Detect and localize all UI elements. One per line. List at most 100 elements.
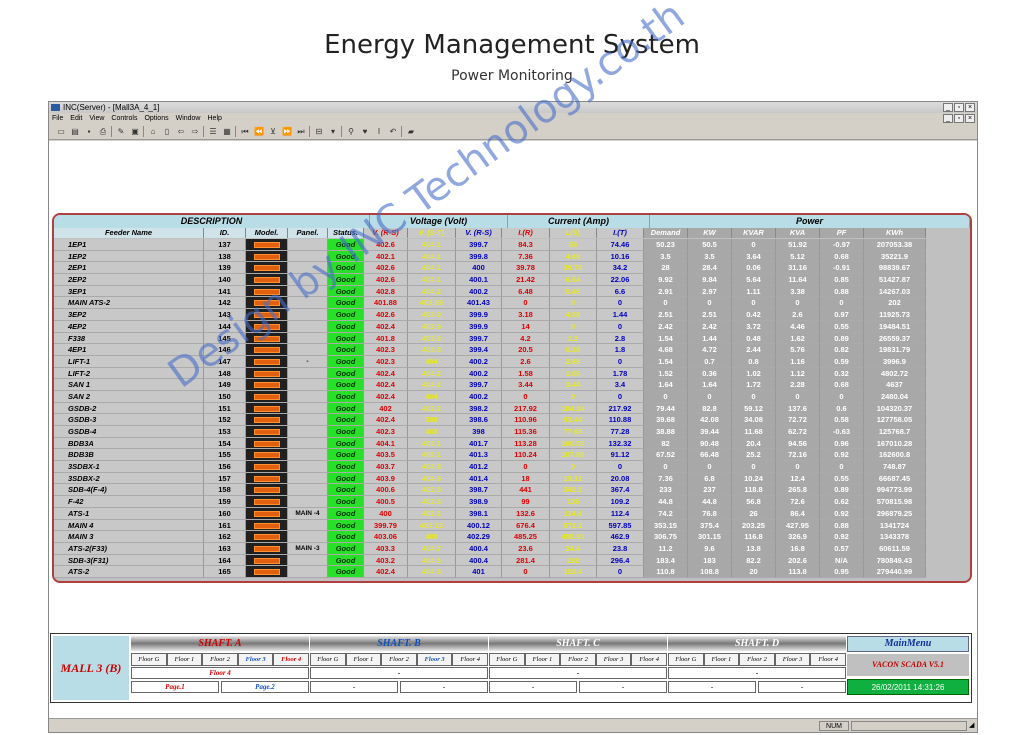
shaft-title-button[interactable]: SHAFT. D [668, 636, 846, 651]
page-button[interactable]: Page.2 [221, 681, 309, 693]
table-row[interactable]: SAN 1 149 Good 402.4 404.2 399.7 3.44 3.44 3.4 1.… [54, 379, 970, 391]
grid-icon[interactable]: ☰ [207, 126, 219, 137]
table-row[interactable]: 3SDBX-1 156 Good 403.7 404.8 401.2 0 0 0 0 0 0 0 0 748… [54, 461, 970, 473]
floor-button[interactable]: Floor 1 [166, 653, 203, 666]
open-icon[interactable]: ▤ [69, 126, 81, 137]
shaft-title-button[interactable]: SHAFT. A [131, 636, 309, 651]
page-button[interactable]: - [758, 681, 846, 693]
table-row[interactable]: MAIN ATS-2 142 Good 401.88 403.89 401.43 0 0 0 0 0… [54, 297, 970, 310]
shaft-title-button[interactable]: SHAFT. C [489, 636, 667, 651]
window-icon[interactable]: ▣ [129, 126, 141, 137]
floor-button[interactable]: Floor G [489, 653, 525, 666]
floor-button[interactable]: Floor 4 [810, 653, 846, 666]
back-icon[interactable]: ⇦ [175, 126, 187, 137]
floor-button[interactable]: Floor 1 [703, 653, 740, 666]
page-button[interactable]: - [668, 681, 756, 693]
floor-button[interactable]: Floor 3 [595, 653, 632, 666]
floor-button[interactable]: Floor 2 [381, 653, 417, 666]
floor-button[interactable]: Floor 4 [273, 653, 309, 666]
mdi-close-button[interactable]: × [965, 114, 975, 123]
menu-view[interactable]: View [89, 113, 104, 124]
table-row[interactable]: ATS-1 160 MAIN -4 Good 400 402.2 398.1 132.6 114… [54, 507, 970, 520]
menu-help[interactable]: Help [208, 113, 222, 124]
table-row[interactable]: 1EP1 137 Good 402.6 404.1 399.7 84.3 66 74.46 50.… [54, 239, 970, 251]
restore-button[interactable]: ▫ [954, 103, 964, 112]
page-button[interactable]: Page.1 [131, 681, 219, 693]
resize-grip-icon[interactable]: ◢ [969, 721, 974, 729]
chevron-down-icon[interactable]: ▾ [327, 126, 339, 137]
close-button[interactable]: × [965, 103, 975, 112]
table-row[interactable]: 4EP1 146 Good 402.3 403.8 399.4 20.5 0.18 1.8 4.6… [54, 344, 970, 356]
table-row[interactable]: MAIN 3 162 Good 403.06 405 402.29 485.25 455.95… [54, 531, 970, 543]
menu-options[interactable]: Options [144, 113, 168, 124]
print-icon[interactable]: ⎙ [97, 126, 109, 137]
last-icon[interactable]: ⏭ [295, 126, 307, 137]
save-icon[interactable]: ▪ [83, 126, 95, 137]
rewind-icon[interactable]: ⏪ [253, 126, 265, 137]
floor-button[interactable]: Floor G [310, 653, 346, 666]
table-row[interactable]: 4EP2 144 Good 402.4 403.9 399.9 14 0 0 2.42 2.42 3.… [54, 320, 970, 333]
table-row[interactable]: 1EP2 138 Good 402.1 404.1 399.8 7.36 4.68 10.16 3… [54, 250, 970, 263]
table-row[interactable]: GSDB-2 151 Good 402 402.2 398.2 217.92 184.24 21… [54, 402, 970, 415]
table-row[interactable]: ATS-2(F33) 163 MAIN -3 Good 403.3 404.7 400.4 2… [54, 542, 970, 555]
floor-button[interactable]: Floor 4 [631, 653, 667, 666]
floor-button[interactable]: Floor 4 [452, 653, 488, 666]
table-row[interactable]: 3EP2 143 Good 402.6 403.9 399.9 3.18 4.08 1.44 2.… [54, 309, 970, 321]
table-row[interactable]: BDB3A 154 Good 404.1 405.1 401.7 113.28 160.08 1… [54, 437, 970, 450]
page-button[interactable]: - [489, 681, 577, 693]
table-row[interactable]: BDB3B 155 Good 403.5 405.1 401.3 110.24 107.68 9… [54, 449, 970, 462]
floor-button[interactable]: Floor 3 [416, 653, 453, 666]
fast-forward-icon[interactable]: ⏩ [281, 126, 293, 137]
menu-edit[interactable]: Edit [70, 113, 82, 124]
floor-button[interactable]: Floor 2 [202, 653, 238, 666]
floor-button[interactable]: Floor 2 [739, 653, 775, 666]
floor-button[interactable]: Floor G [668, 653, 704, 666]
page-button[interactable]: - [310, 681, 398, 693]
table-row[interactable]: 3SDBX-2 157 Good 403.9 404.8 401.4 18 15.12 20.0… [54, 472, 970, 485]
floor-button[interactable]: Floor 3 [774, 653, 811, 666]
floor-button[interactable]: Floor 3 [237, 653, 274, 666]
undo-icon[interactable]: ↶ [387, 126, 399, 137]
forward-icon[interactable]: ⇨ [189, 126, 201, 137]
floor-button[interactable]: Floor 2 [560, 653, 596, 666]
text-cursor-icon[interactable]: I [373, 126, 385, 137]
layout-icon[interactable]: ⊟ [313, 126, 325, 137]
page-icon[interactable]: ▯ [161, 126, 173, 137]
table-icon[interactable]: ▦ [221, 126, 233, 137]
table-row[interactable]: GSDB-3 152 Good 402.4 398 398.6 110.96 93.44 110… [54, 414, 970, 426]
page-button[interactable]: - [400, 681, 488, 693]
menu-file[interactable]: File [52, 113, 63, 124]
minimize-button[interactable]: _ [943, 103, 953, 112]
step-icon[interactable]: ⊻ [267, 126, 279, 137]
table-row[interactable]: LIFT-1 147- Good 402.3 404 400.2 2.6 2.68 0 1.54 0… [54, 355, 970, 368]
table-row[interactable]: F338 145 Good 401.8 403.5 399.7 4.2 1.2 2.8 1.54 1… [54, 332, 970, 345]
table-row[interactable]: 2EP2 140 Good 402.6 404.1 400.1 21.42 6.64 22.06… [54, 274, 970, 286]
table-row[interactable]: MAIN 4 161 Good 399.79 403.13 400.12 676.4 572.… [54, 519, 970, 532]
shaft-title-button[interactable]: SHAFT. B [310, 636, 488, 651]
menu-controls[interactable]: Controls [111, 113, 137, 124]
zoom-icon[interactable]: ⚲ [345, 126, 357, 137]
table-row[interactable]: 2EP1 139 Good 402.6 404.1 400 39.78 39.78 34.2 28… [54, 262, 970, 275]
main-menu-button[interactable]: MainMenu [847, 636, 969, 652]
first-icon[interactable]: ⏮ [239, 126, 251, 137]
edit-icon[interactable]: ✎ [115, 126, 127, 137]
table-row[interactable]: SDB-4(F-4) 158 Good 400.6 402.8 398.7 441 342.2… [54, 484, 970, 497]
heart-icon[interactable]: ♥ [359, 126, 371, 137]
new-icon[interactable]: ▭ [55, 126, 67, 137]
folder-icon[interactable]: ▰ [405, 126, 417, 137]
table-row[interactable]: GSDB-4 153 Good 402.3 403 398 115.36 77.68 77.28… [54, 426, 970, 438]
floor-button[interactable]: Floor G [131, 653, 167, 666]
table-row[interactable]: F-42 159 Good 400.5 402.6 398.9 99 105 109.2 44.8… [54, 496, 970, 508]
table-row[interactable]: SAN 2 150 Good 402.4 404 400.2 0 0 0 0 0 0 0 0 2480.04 [54, 390, 970, 403]
mdi-minimize-button[interactable]: _ [943, 114, 953, 123]
table-row[interactable]: SDB-3(F31) 164 Good 403.2 404.5 400.4 281.4 292… [54, 554, 970, 567]
home-icon[interactable]: ⌂ [147, 126, 159, 137]
floor-button[interactable]: Floor 1 [345, 653, 382, 666]
page-button[interactable]: - [579, 681, 667, 693]
table-row[interactable]: LIFT-2 148 Good 402.4 404.2 400.2 1.58 1.06 1.78… [54, 367, 970, 380]
menu-window[interactable]: Window [176, 113, 201, 124]
table-row[interactable]: ATS-2 165 Good 402.4 404.5 401 0 152.4 0 110.8 108… [54, 566, 970, 578]
floor-button[interactable]: Floor 1 [524, 653, 561, 666]
table-row[interactable]: 3EP1 141 Good 402.8 404.2 400.2 6.48 5.46 6.6 2.9… [54, 285, 970, 298]
mdi-restore-button[interactable]: ▫ [954, 114, 964, 123]
